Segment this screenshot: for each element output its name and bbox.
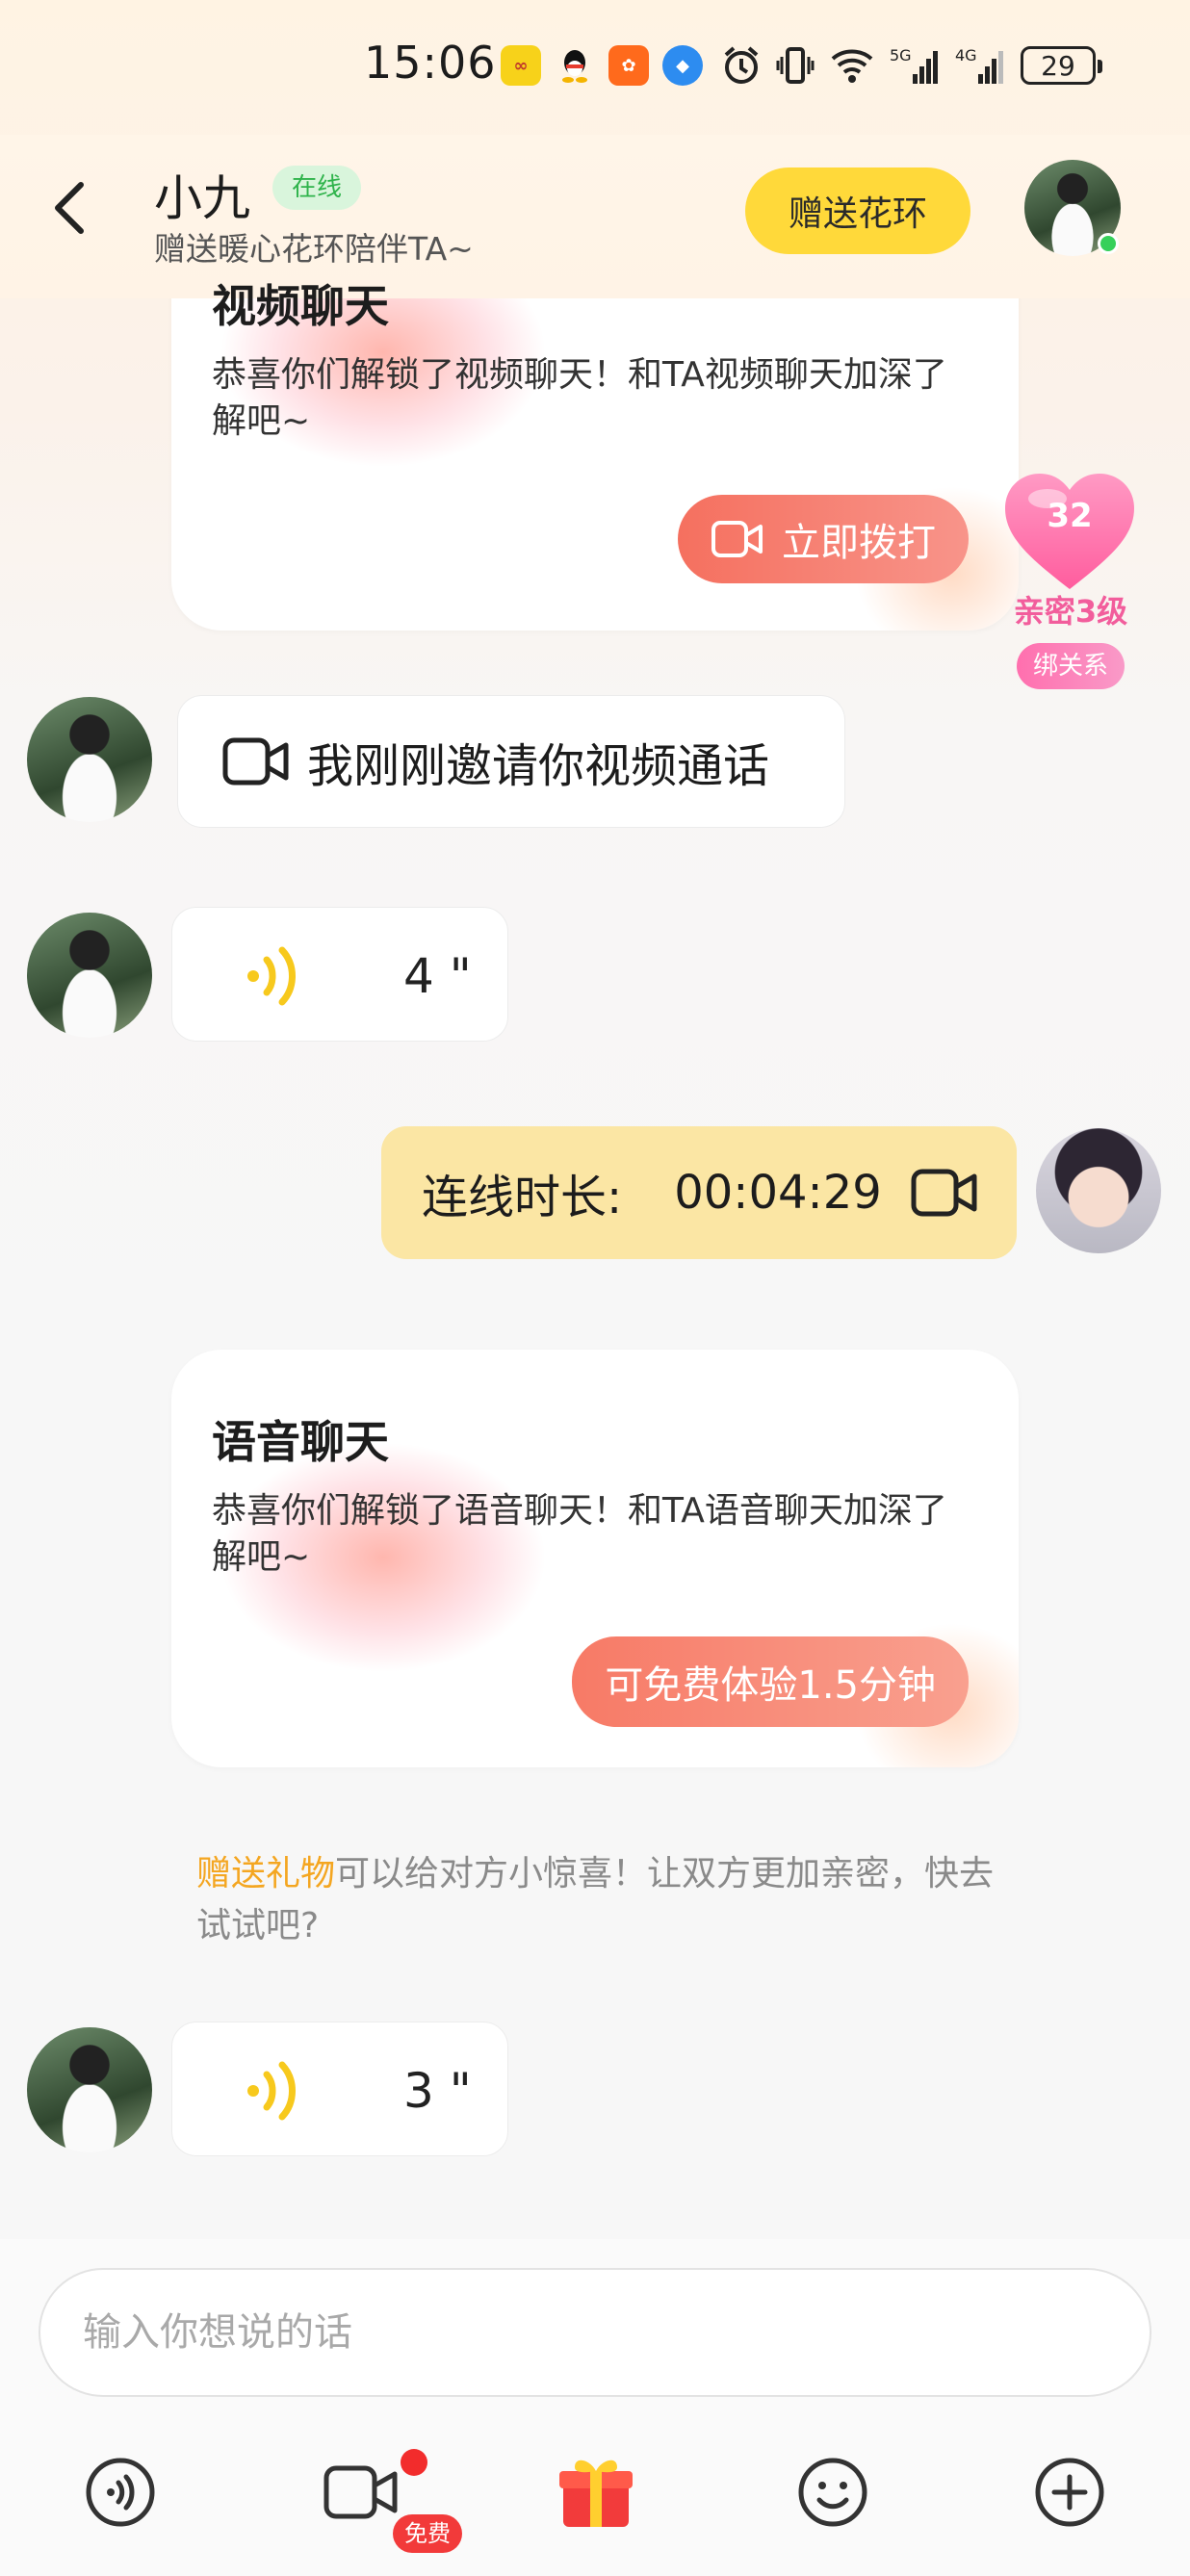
browser-icon: ◆ (662, 45, 703, 86)
free-badge: 免费 (393, 2514, 462, 2553)
call-duration-value: 00:04:29 (674, 1166, 882, 1220)
call-now-label: 立即拨打 (782, 521, 936, 565)
call-now-button[interactable]: 立即拨打 (678, 495, 969, 583)
card-title: 语音聊天 (212, 1416, 389, 1468)
card-description: 恭喜你们解锁了语音聊天！和TA语音聊天加深了解吧~ (212, 1491, 947, 1577)
gift-tip-link[interactable]: 赠送礼物 (196, 1854, 335, 1893)
video-camera-icon (911, 1169, 977, 1217)
video-camera-icon (222, 737, 289, 786)
header-subtitle-text: 赠送暖心花环陪伴TA~ (154, 230, 474, 268)
my-avatar[interactable] (1036, 1128, 1161, 1253)
voice-input-button[interactable] (77, 2449, 164, 2536)
wifi-icon (831, 49, 873, 83)
plus-icon (1035, 2458, 1104, 2527)
more-button[interactable] (1026, 2449, 1113, 2536)
gift-icon (559, 2460, 633, 2527)
call-duration-message[interactable]: 连线时长: 00:04:29 (381, 1126, 1017, 1259)
system-icons: 5G 4G 29 (722, 39, 1102, 92)
voice-wave-icon (247, 946, 296, 1006)
video-camera-icon (711, 521, 763, 557)
video-invite-message[interactable]: 我刚刚邀请你视频通话 (177, 695, 845, 828)
voice-message[interactable]: 4 " (171, 907, 508, 1042)
video-call-button[interactable] (318, 2449, 404, 2536)
chat-screen: 15:06 ∞ ✿ ◆ 5G 4G 29 小九 在线 赠送暖心花环陪伴TA~ 赠… (0, 0, 1190, 2576)
free-trial-button[interactable]: 可免费体验1.5分钟 (572, 1636, 969, 1727)
voice-duration: 3 " (403, 2063, 472, 2119)
emoji-icon (798, 2458, 867, 2527)
header-online-dot (1098, 233, 1119, 254)
voice-chat-unlock-card: 语音聊天 恭喜你们解锁了语音聊天！和TA语音聊天加深了解吧~ 可免费体验1.5分… (171, 1350, 1019, 1767)
svg-text:4G: 4G (955, 46, 977, 64)
battery-indicator: 29 (1021, 46, 1102, 85)
signal-4g-icon: 4G (955, 46, 1003, 84)
free-trial-label: 可免费体验1.5分钟 (605, 1663, 936, 1708)
call-duration-label: 连线时长: (422, 1171, 623, 1224)
bind-relationship-button[interactable]: 绑关系 (1017, 643, 1125, 689)
app-icon: ∞ (501, 45, 541, 86)
bottom-input-area (0, 2239, 1190, 2576)
notification-icons: ∞ ✿ ◆ (501, 39, 703, 92)
gift-tip: 赠送礼物可以给对方小惊喜！让双方更加亲密，快去试试吧? (196, 1848, 996, 1952)
card-description: 恭喜你们解锁了视频聊天！和TA视频聊天加深了解吧~ (212, 355, 947, 441)
header-online-badge: 在线 (272, 166, 362, 210)
intimacy-level: 亲密3级 (1013, 593, 1128, 630)
send-wreath-button[interactable]: 赠送花环 (745, 167, 970, 254)
voice-message[interactable]: 3 " (171, 2022, 508, 2156)
header-bar: 小九 在线 赠送暖心花环陪伴TA~ 赠送花环 (0, 135, 1190, 298)
video-icon (323, 2465, 398, 2519)
emoji-button[interactable] (789, 2449, 876, 2536)
contact-message-avatar[interactable] (27, 2027, 152, 2152)
svg-text:5G: 5G (890, 46, 912, 64)
header-name[interactable]: 小九 (154, 160, 250, 229)
status-bar: 15:06 ∞ ✿ ◆ 5G 4G 29 (0, 0, 1190, 135)
gift-button[interactable] (553, 2449, 639, 2536)
voice-icon (86, 2458, 155, 2527)
alarm-icon (724, 46, 759, 84)
status-time: 15:06 (364, 37, 497, 89)
signal-5g-icon: 5G (890, 46, 938, 84)
message-input[interactable] (39, 2268, 1151, 2397)
video-invite-text: 我刚刚邀请你视频通话 (307, 739, 770, 793)
contact-message-avatar[interactable] (27, 697, 152, 822)
intimacy-value: 32 (1047, 497, 1093, 535)
back-arrow-icon[interactable] (44, 179, 94, 237)
contact-message-avatar[interactable] (27, 913, 152, 1038)
app-icon: ✿ (608, 45, 649, 86)
notification-dot (401, 2449, 427, 2476)
qq-icon (555, 45, 595, 86)
voice-duration: 4 " (403, 948, 472, 1004)
voice-wave-icon (247, 2061, 296, 2121)
vibrate-icon (776, 47, 815, 84)
